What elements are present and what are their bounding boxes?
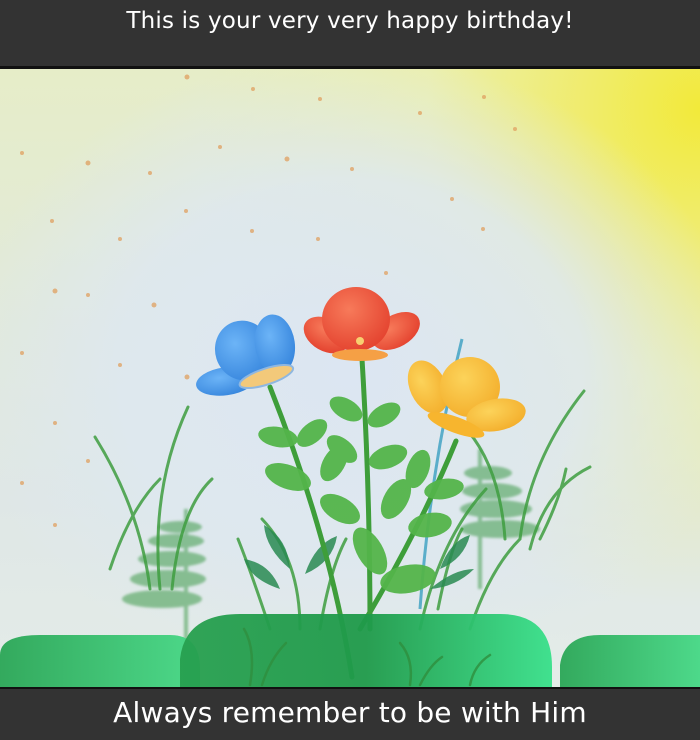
footer-bar: Always remember to be with Him bbox=[0, 689, 700, 740]
page-title: This is your very very happy birthday! bbox=[126, 8, 574, 34]
ground bbox=[0, 614, 700, 687]
dust-particles bbox=[20, 74, 517, 527]
footer-message: Always remember to be with Him bbox=[113, 696, 587, 729]
yellow-flower bbox=[407, 357, 526, 438]
flower-illustration bbox=[0, 74, 700, 687]
right-fern bbox=[460, 449, 540, 589]
blue-flower bbox=[196, 314, 296, 396]
birthday-scene bbox=[0, 69, 700, 687]
header-bar: This is your very very happy birthday! bbox=[0, 0, 700, 66]
red-flower bbox=[303, 287, 420, 361]
left-fern bbox=[122, 509, 206, 649]
